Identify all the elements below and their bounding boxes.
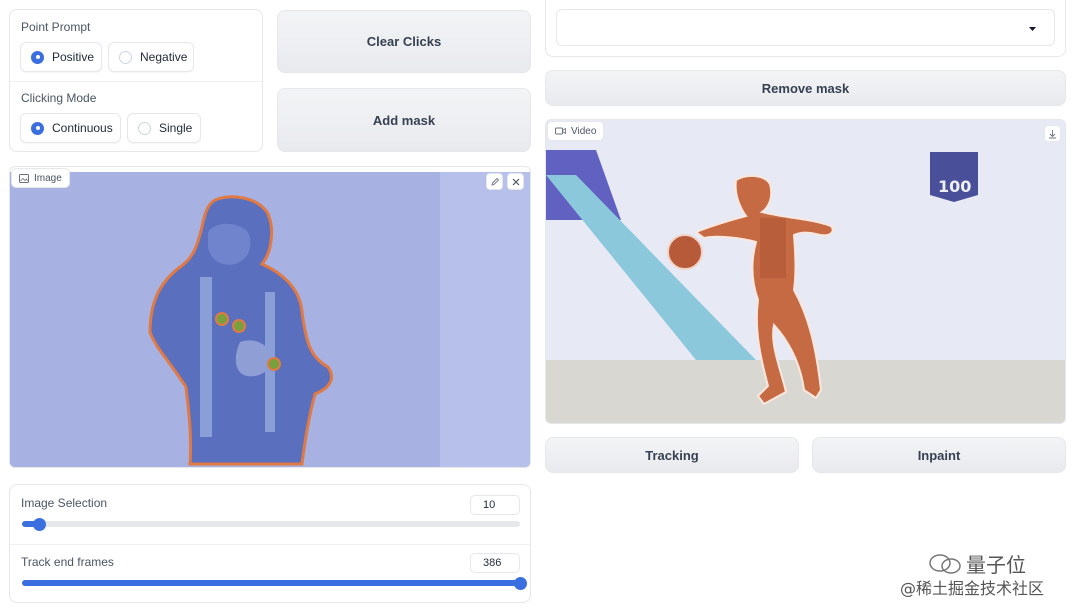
prompt-settings-panel: Point Prompt Positive Negative Clicking … [9,9,263,152]
single-radio[interactable]: Single [127,113,201,143]
tracking-button[interactable]: Tracking [545,437,799,473]
continuous-radio-label: Continuous [52,121,113,135]
mask-dropdown[interactable] [556,9,1055,46]
image-selection-thumb[interactable] [32,517,46,531]
watermark-bottom: @稀土掘金技术社区 [900,579,1045,598]
download-icon [1049,129,1056,138]
video-panel: 100 Video [545,119,1066,424]
slider-divider [10,544,530,545]
negative-radio-label: Negative [140,50,188,64]
negative-radio[interactable]: Negative [108,42,194,72]
image-selection-input[interactable]: 10 [470,495,520,515]
radio-checked-icon [31,121,44,135]
wechat-icon [929,553,961,574]
download-video-button[interactable] [1044,125,1061,142]
single-radio-label: Single [159,121,193,135]
track-end-frames-thumb[interactable] [513,576,527,590]
image-icon [19,173,29,183]
video-camera-icon [555,127,566,135]
clear-image-button[interactable] [507,173,524,190]
image-label-tag: Image [11,168,70,188]
track-end-frames-label: Track end frames [21,555,114,569]
track-end-frames-fill [22,580,520,586]
board-text: 100 [938,177,971,196]
continuous-radio[interactable]: Continuous [20,113,121,143]
clicking-mode-label: Clicking Mode [21,91,97,105]
edit-image-button[interactable] [486,173,503,190]
pencil-icon [490,177,499,186]
video-label-tag: Video [547,121,605,141]
positive-radio[interactable]: Positive [20,42,102,72]
add-mask-button[interactable]: Add mask [277,88,531,152]
radio-unchecked-icon [138,121,151,135]
radio-unchecked-icon [119,50,132,64]
close-icon [512,178,519,185]
radio-checked-icon [31,50,44,64]
inpaint-button[interactable]: Inpaint [812,437,1066,473]
image-panel: Image [9,166,531,468]
image-selection-label: Image Selection [21,496,108,510]
video-player[interactable]: 100 [546,120,1066,424]
remove-mask-button[interactable]: Remove mask [545,70,1066,106]
dropdown-caret-icon [1029,27,1036,31]
point-prompt-label: Point Prompt [21,20,91,34]
track-end-frames-input[interactable]: 386 [470,553,520,573]
segmentation-image[interactable] [10,172,530,468]
watermark-top-text: 量子位 [966,553,1026,577]
image-label: Image [34,172,62,184]
sliders-panel: Image Selection 10 Track end frames 386 [9,484,531,603]
video-label: Video [571,125,597,137]
panel-divider [10,81,262,82]
image-selection-slider[interactable] [22,517,520,531]
track-end-frames-slider[interactable] [22,576,527,590]
positive-radio-label: Positive [52,50,95,64]
watermark-top: 量子位 [928,549,1026,578]
clear-clicks-button[interactable]: Clear Clicks [277,10,531,73]
